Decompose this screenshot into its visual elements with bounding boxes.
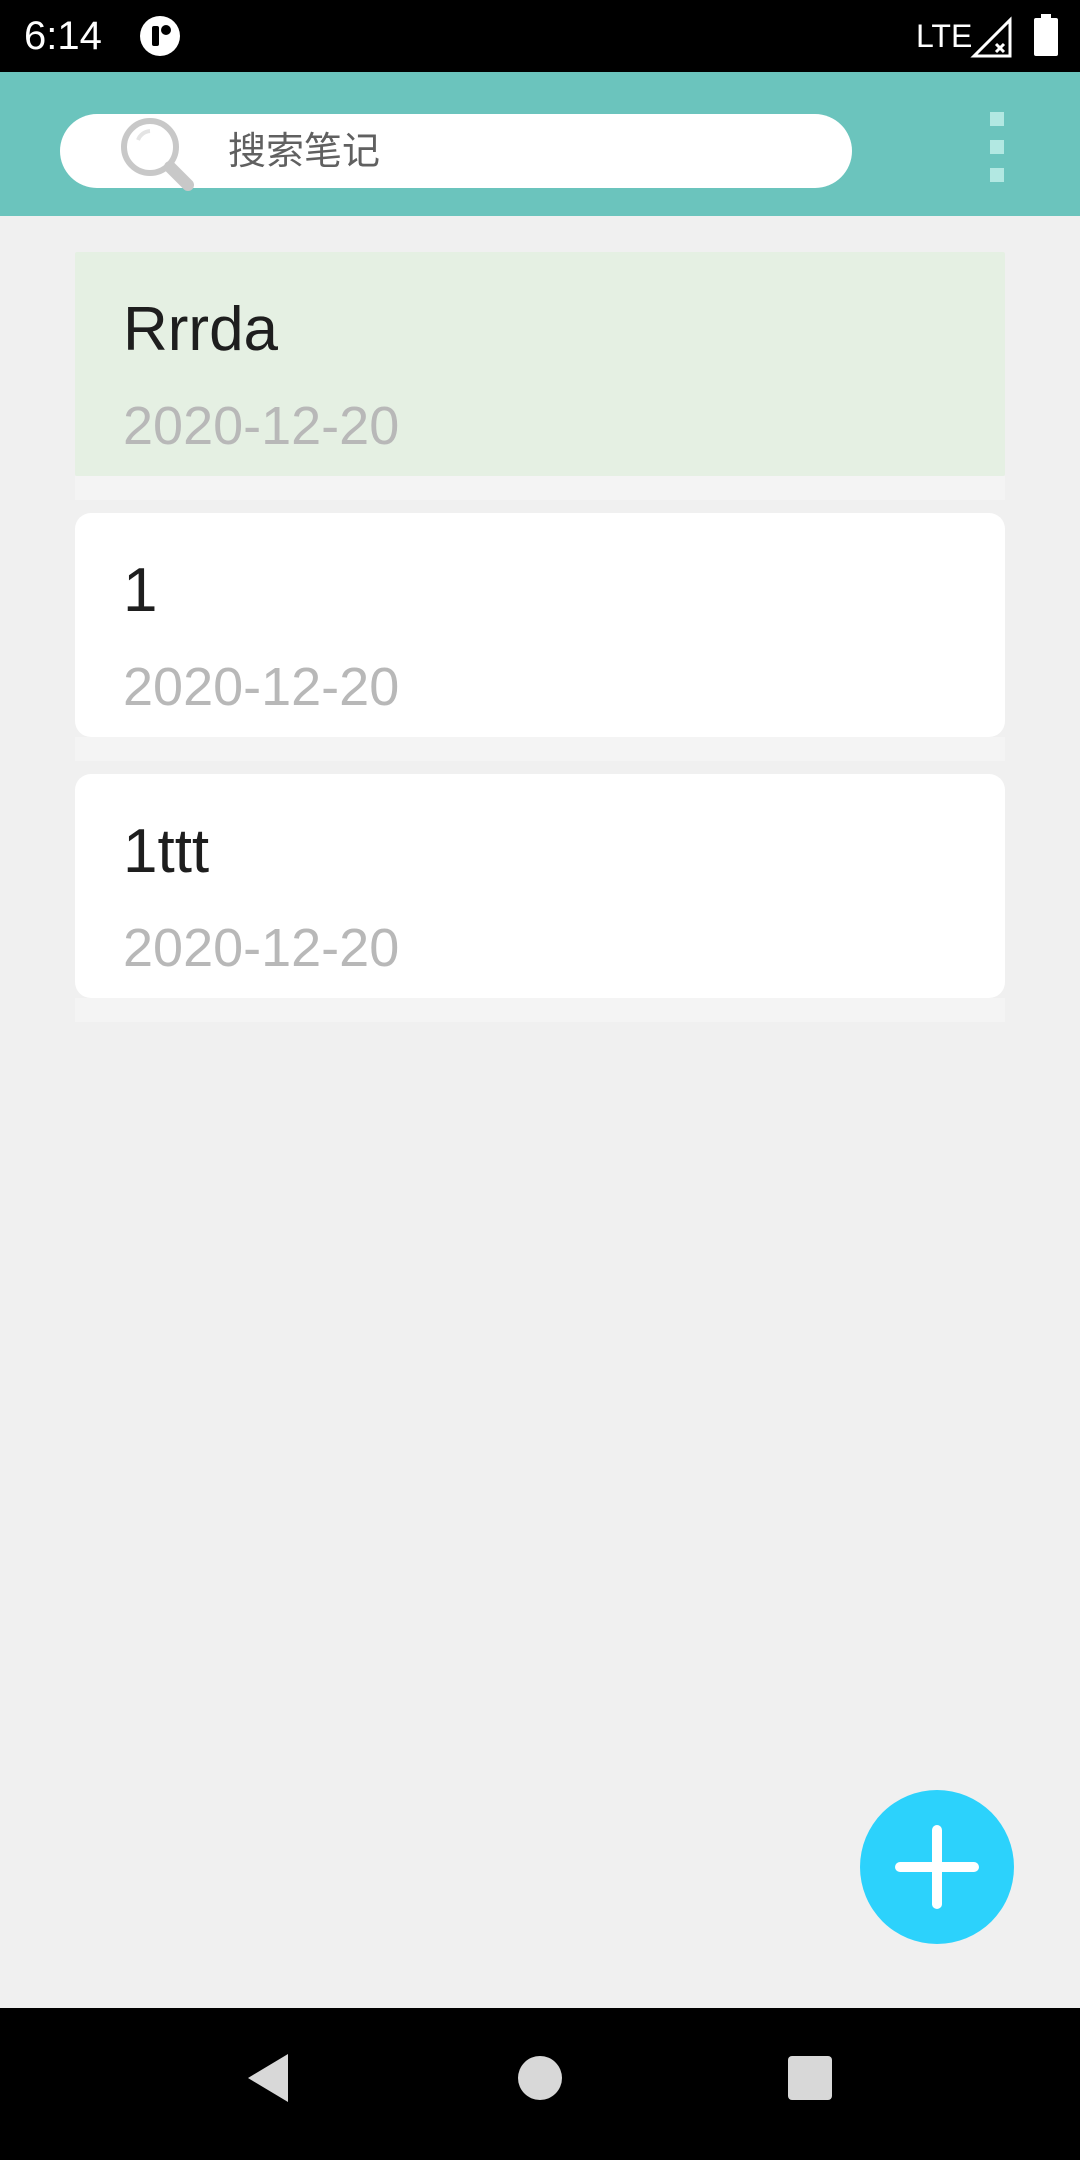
- more-options-button[interactable]: [972, 112, 1020, 184]
- battery-icon: [1034, 14, 1058, 56]
- note-card[interactable]: 1 2020-12-20: [75, 513, 1005, 761]
- back-icon[interactable]: [244, 2050, 292, 2106]
- app-notification-icon: [140, 16, 180, 56]
- note-card[interactable]: Rrrda 2020-12-20: [75, 252, 1005, 500]
- note-card[interactable]: 1ttt 2020-12-20: [75, 774, 1005, 1022]
- toolbar: 搜索笔记: [0, 72, 1080, 216]
- note-list: Rrrda 2020-12-20 1 2020-12-20 1ttt 2020-…: [75, 252, 1005, 1035]
- navigation-bar: [0, 2008, 1080, 2160]
- note-title: 1: [123, 556, 158, 625]
- network-type: LTE: [916, 18, 973, 54]
- signal-icon: [970, 16, 1012, 58]
- more-vert-icon: [990, 112, 1004, 126]
- note-date: 2020-12-20: [123, 396, 400, 456]
- search-placeholder: 搜索笔记: [228, 129, 381, 173]
- note-date: 2020-12-20: [123, 918, 400, 978]
- status-bar: 6:14 LTE: [0, 0, 1080, 72]
- recents-icon[interactable]: [788, 2056, 832, 2100]
- status-time: 6:14: [24, 14, 102, 58]
- note-title: 1ttt: [123, 817, 210, 886]
- note-date: 2020-12-20: [123, 657, 400, 717]
- add-note-button[interactable]: [860, 1790, 1014, 1944]
- home-icon[interactable]: [518, 2056, 562, 2100]
- note-title: Rrrda: [123, 295, 279, 364]
- search-input[interactable]: 搜索笔记: [60, 114, 852, 191]
- search-icon: [121, 118, 194, 191]
